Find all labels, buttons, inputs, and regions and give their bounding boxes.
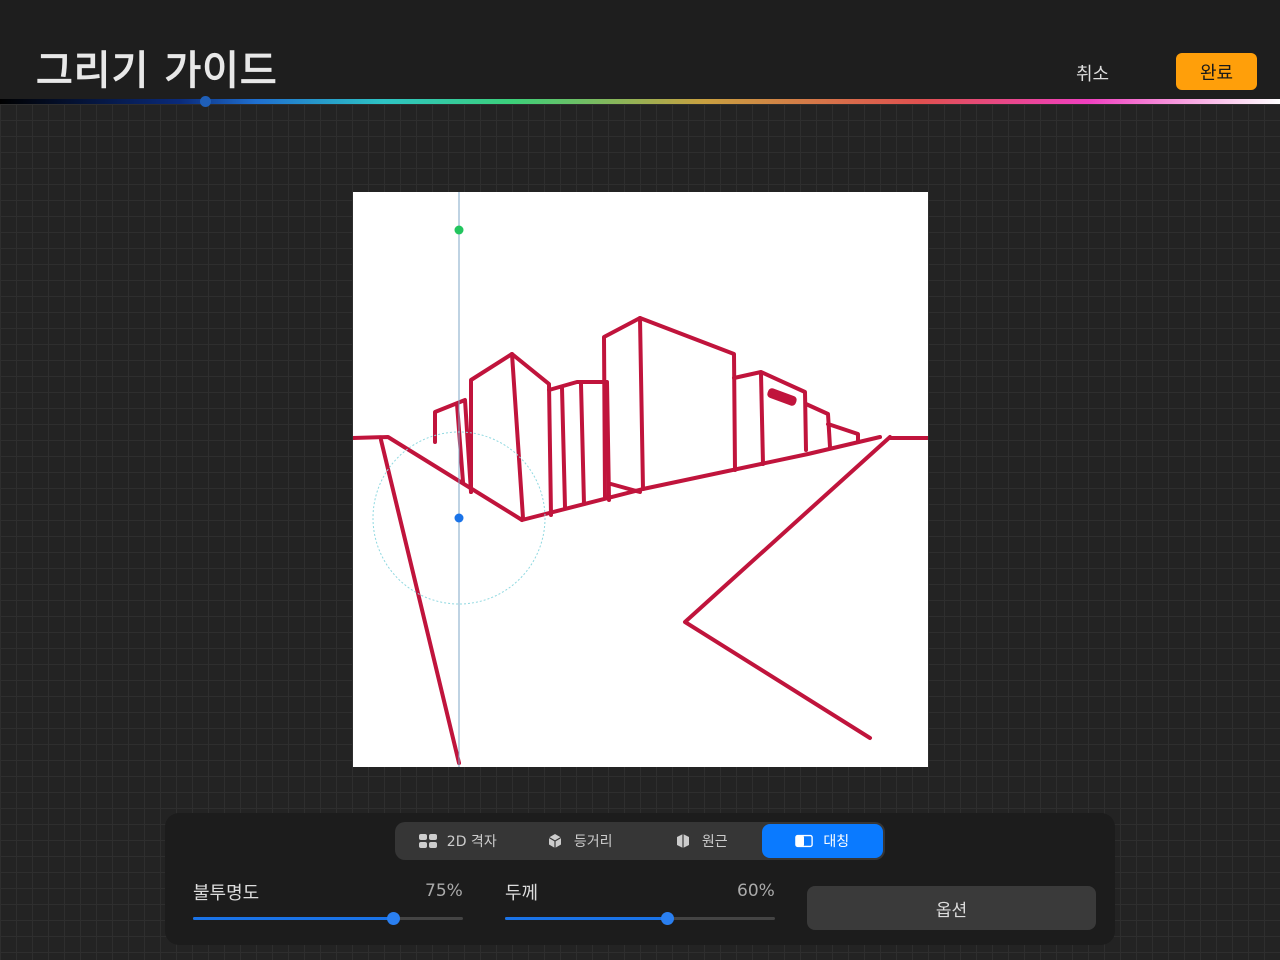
opacity-value: 75% (425, 881, 463, 901)
color-slider-knob[interactable] (200, 96, 211, 107)
tab-label: 2D 격자 (446, 834, 497, 850)
drawing-artwork (351, 192, 930, 767)
tab-2d-grid[interactable]: 2D 격자 (397, 824, 519, 858)
thickness-slider-fill (505, 917, 667, 920)
tab-symmetry[interactable]: 대칭 (761, 824, 883, 858)
tab-label: 대칭 (823, 834, 850, 850)
tab-label: 원근 (701, 834, 728, 850)
opacity-slider-fill (193, 917, 393, 920)
symmetry-icon (795, 834, 814, 848)
thickness-slider[interactable] (505, 912, 775, 925)
perspective-icon (676, 834, 689, 848)
tab-label: 등거리 (573, 834, 613, 850)
axis-center-handle (454, 513, 464, 523)
isometric-cube-icon (548, 834, 562, 848)
opacity-label: 불투명도 (193, 883, 260, 904)
grid-icon (418, 834, 437, 848)
opacity-slider[interactable] (193, 912, 463, 925)
header: 그리기 가이드 취소 완료 (0, 0, 1280, 100)
page-title: 그리기 가이드 (36, 48, 278, 94)
cancel-button[interactable]: 취소 (1076, 60, 1109, 86)
guide-color-slider[interactable] (0, 99, 1280, 104)
tab-isometric[interactable]: 등거리 (519, 824, 641, 858)
thickness-label: 두께 (505, 883, 539, 904)
tab-perspective[interactable]: 원근 (640, 824, 762, 858)
drawing-canvas[interactable] (351, 192, 930, 767)
done-button[interactable]: 완료 (1176, 53, 1257, 90)
guide-settings-panel: 2D 격자 등거리 원근 대칭 불투명도 75% 두께 60% 옵션 (165, 813, 1115, 945)
opacity-slider-thumb[interactable] (386, 912, 400, 925)
axis-top-handle (454, 225, 464, 235)
thickness-slider-thumb[interactable] (661, 912, 674, 925)
guide-mode-segmented-control: 2D 격자 등거리 원근 대칭 (395, 822, 885, 860)
thickness-value: 60% (737, 881, 775, 901)
options-button[interactable]: 옵션 (807, 886, 1096, 930)
